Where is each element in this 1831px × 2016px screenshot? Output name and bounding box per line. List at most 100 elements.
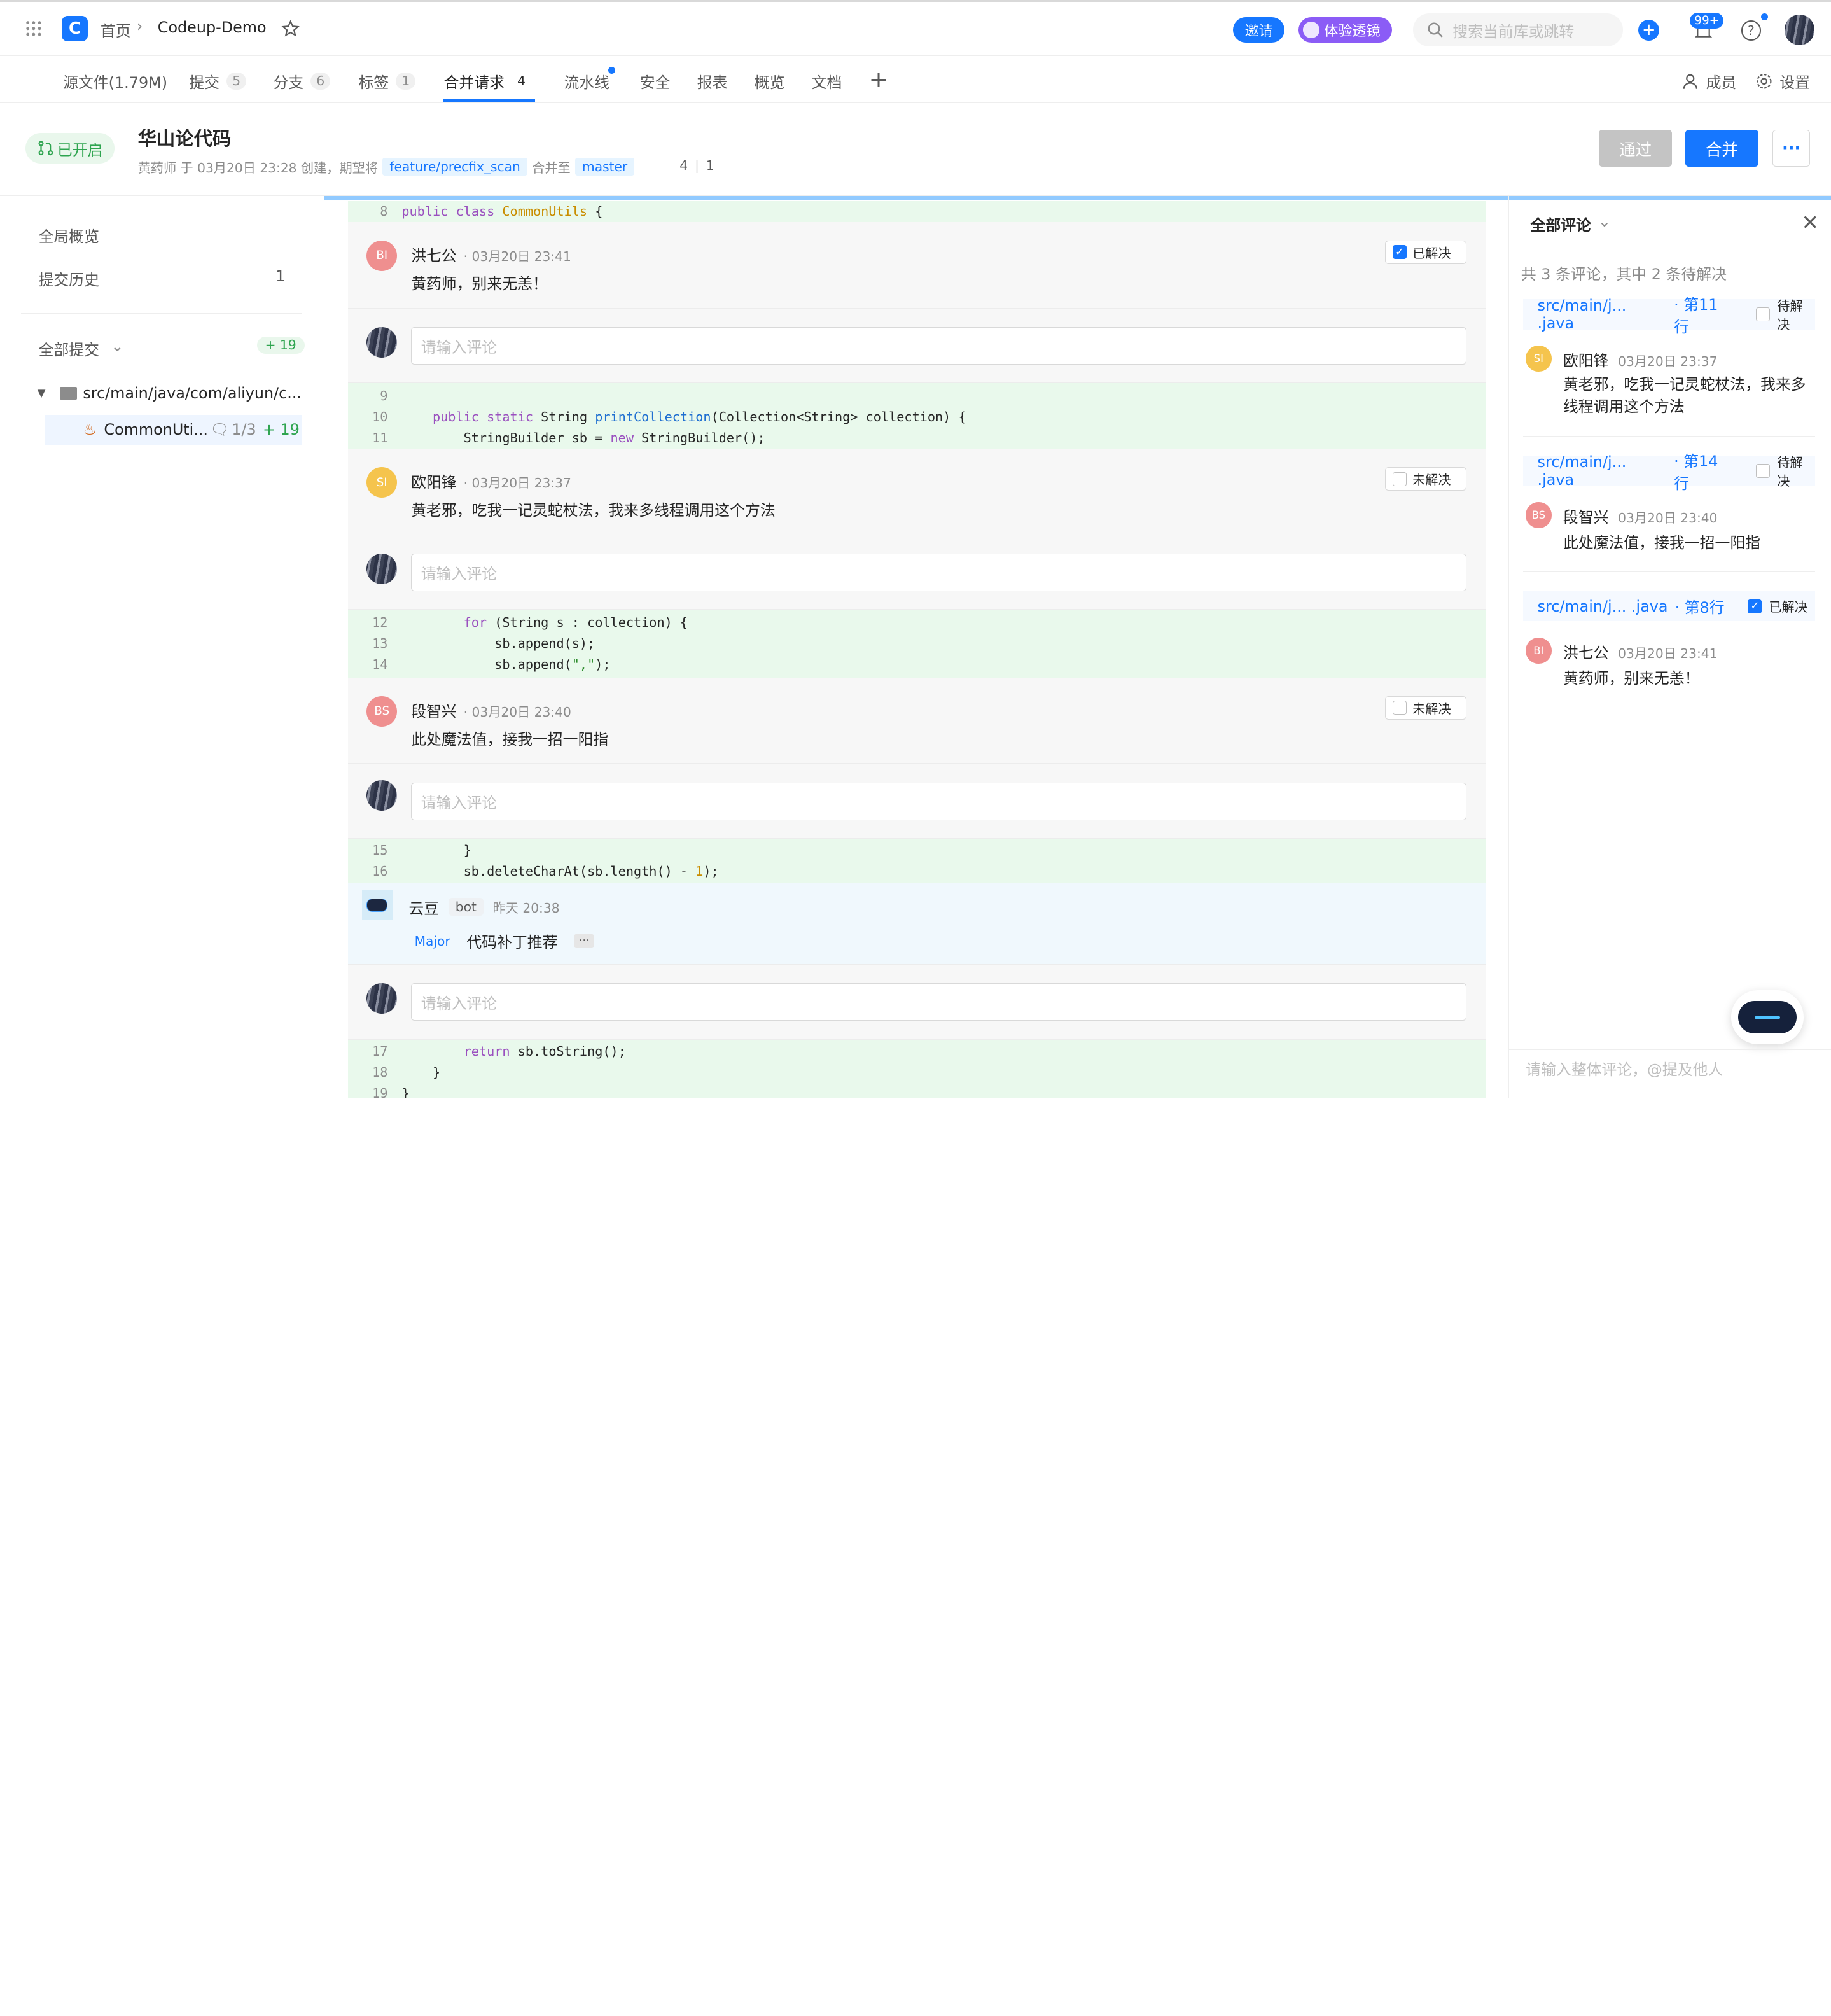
overall-comment-input[interactable]: 请输入整体评论，@提及他人 (1526, 1057, 1723, 1079)
code-block: 17 return sb.toString(); 18 } 19} (347, 1039, 1486, 1098)
lens-icon (1303, 22, 1320, 38)
comment-time: · 03月20日 23:41 (463, 248, 571, 264)
reply-placeholder: 请输入评论 (421, 995, 498, 1013)
tab-files[interactable]: 源文件(1.79M) (63, 70, 167, 92)
diff-stat-a: 4 (679, 157, 688, 173)
reply-input[interactable]: 请输入评论 (411, 983, 1467, 1021)
resolve-toggle[interactable]: 未解决 (1384, 696, 1467, 720)
invite-button[interactable]: 邀请 (1233, 17, 1284, 43)
tab-merge-requests[interactable]: 合并请求 4 (443, 70, 531, 92)
target-branch-tag[interactable]: master (575, 158, 635, 176)
breadcrumb-home[interactable]: 首页 (101, 18, 131, 41)
tab-label: 文档 (811, 74, 842, 92)
close-icon[interactable]: ✕ (1801, 210, 1819, 235)
resolve-toggle[interactable]: ✓ 已解决 (1384, 241, 1467, 264)
reply-input[interactable]: 请输入评论 (411, 326, 1467, 365)
diff-stats: 4 | 1 (679, 158, 714, 173)
bot-avatar (361, 890, 393, 921)
comment-line: · 第14行 (1674, 452, 1718, 493)
breadcrumb-repo[interactable]: Codeup-Demo (158, 18, 267, 36)
settings-link[interactable]: 设置 (1755, 70, 1810, 92)
help-icon[interactable]: ? (1741, 20, 1761, 41)
comment-file-path: src/main/j... .java (1537, 597, 1668, 615)
bot-tag: bot (448, 898, 484, 916)
checkbox-icon[interactable] (1756, 463, 1771, 478)
help-dot (1760, 13, 1768, 21)
search-input[interactable]: 搜索当前库或跳转 (1412, 13, 1624, 46)
tab-label: 流水线 (564, 74, 610, 92)
source-branch-tag[interactable]: feature/precfix_scan (382, 158, 527, 176)
bot-icon (366, 899, 388, 912)
user-avatar[interactable] (1784, 15, 1815, 45)
assistant-button[interactable] (1731, 990, 1804, 1044)
lens-label: 体验透镜 (1324, 24, 1381, 40)
comment-location[interactable]: src/main/j... .java · 第8行 ✓ 已解决 (1523, 591, 1816, 622)
star-icon[interactable] (281, 18, 302, 39)
status-badge: 已开启 (25, 133, 115, 164)
tab-label: 概览 (754, 74, 785, 92)
sidebar-item-overview[interactable]: 全局概览 (39, 224, 99, 246)
line-number: 15 (372, 843, 388, 858)
comment-header: 洪七公 · 03月20日 23:41 (411, 243, 571, 265)
comment-location[interactable]: src/main/j... .java · 第11行 待解决 (1523, 296, 1816, 336)
comments-filter-dropdown[interactable]: 全部评论 ⌄ (1530, 213, 1610, 235)
line-number: 8 (380, 204, 388, 220)
comment-time: · 03月20日 23:37 (463, 475, 571, 491)
code-text: } (401, 1064, 441, 1080)
divider (1509, 1049, 1831, 1051)
code-line: 11 StringBuilder sb = new StringBuilder(… (348, 428, 1486, 449)
comment-header: 洪七公 03月20日 23:41 (1563, 640, 1718, 662)
more-button[interactable]: ··· (1772, 129, 1811, 167)
all-commits-dropdown[interactable]: 全部提交 ⌄ (39, 337, 124, 360)
checkbox-checked-icon[interactable]: ✓ (1748, 599, 1762, 613)
tab-label: 安全 (639, 74, 671, 92)
comment-text: 黄药师，别来无恙！ (411, 274, 548, 293)
members-link[interactable]: 成员 (1681, 70, 1736, 92)
checkbox-icon[interactable] (1756, 307, 1771, 321)
tab-docs[interactable]: 文档 (812, 70, 842, 92)
resolve-toggle[interactable]: 未解决 (1384, 467, 1467, 491)
apps-grid-icon[interactable] (24, 18, 45, 39)
reply-input[interactable]: 请输入评论 (411, 782, 1467, 820)
codeup-logo[interactable]: C (62, 16, 88, 42)
avatar: SI (366, 467, 398, 498)
tab-overview[interactable]: 概览 (755, 70, 785, 92)
merge-button[interactable]: 合并 (1685, 129, 1759, 167)
code-text: public static String printCollection(Col… (433, 409, 966, 425)
resolve-label: 已解决 (1412, 245, 1451, 261)
settings-label: 设置 (1779, 74, 1810, 92)
code-text: } (401, 843, 471, 858)
lens-button[interactable]: 体验透镜 (1298, 17, 1392, 43)
code-block: 15 } 16 sb.deleteCharAt(sb.length() - 1)… (347, 838, 1486, 883)
file-comments-count: 1/3 (232, 420, 256, 438)
caret-down-icon[interactable]: ▼ (38, 387, 46, 399)
file-name[interactable]: CommonUti... (104, 421, 208, 438)
sidebar-divider (21, 312, 302, 314)
code-block: 8 public class CommonUtils { (347, 200, 1486, 222)
reply-input[interactable]: 请输入评论 (411, 554, 1467, 591)
tab-label: 合并请求 (443, 74, 505, 92)
expand-more-button[interactable]: ··· (574, 934, 595, 948)
line-number: 13 (372, 636, 388, 652)
tab-pipelines[interactable]: 流水线 (564, 70, 610, 92)
tab-security[interactable]: 安全 (640, 70, 671, 92)
add-icon[interactable]: + (1638, 19, 1660, 41)
comment-location[interactable]: src/main/j... .java · 第14行 待解决 (1523, 452, 1816, 493)
tab-commits[interactable]: 提交 5 (189, 70, 247, 92)
tab-reports[interactable]: 报表 (697, 70, 728, 92)
comment-thread: BI 洪七公 · 03月20日 23:41 黄药师，别来无恙！ ✓ 已解决 (347, 221, 1486, 309)
commit-count-badge: + 19 (256, 336, 305, 354)
line-number: 19 (372, 1085, 388, 1098)
resolve-label: 未解决 (1412, 472, 1451, 488)
add-tab-icon[interactable]: + (869, 66, 889, 93)
sidebar-item-history[interactable]: 提交历史 (39, 267, 99, 290)
tab-count: 1 (396, 72, 416, 90)
folder-path[interactable]: src/main/java/com/aliyun/c... (83, 384, 302, 402)
approve-button[interactable]: 通过 (1598, 129, 1673, 167)
comment-text: 此处魔法值，接我一招一阳指 (1563, 534, 1761, 552)
suggestion-text[interactable]: 代码补丁推荐 (466, 930, 557, 952)
comment-time: 昨天 20:38 (492, 900, 560, 916)
tab-tags[interactable]: 标签 1 (358, 70, 416, 92)
tab-branches[interactable]: 分支 6 (274, 70, 331, 92)
code-line: 14 sb.append(","); (348, 654, 1486, 675)
